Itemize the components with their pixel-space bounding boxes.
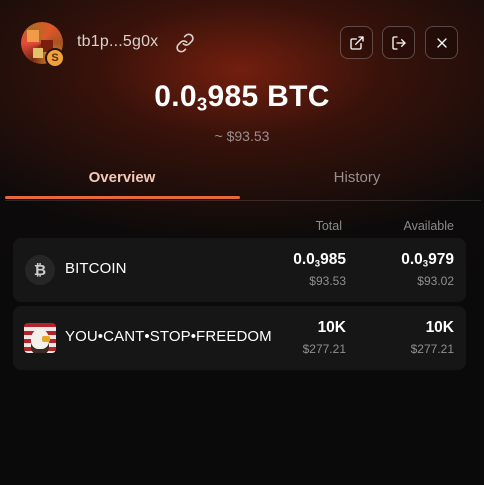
total-amount: 10K: [317, 319, 346, 336]
btc-balance: 0.03985 BTC: [0, 80, 484, 116]
balance-zero-count: 3: [196, 93, 208, 115]
available-amount: 10K: [425, 319, 454, 336]
bitcoin-icon: ₿: [25, 255, 55, 285]
total-fiat: $93.53: [309, 274, 346, 288]
available-amount: 0.03979: [401, 251, 454, 269]
close-button[interactable]: [425, 26, 458, 59]
available-prefix: 0.0: [401, 251, 423, 268]
close-icon: [436, 37, 447, 48]
balance-prefix: 0.0: [154, 80, 197, 113]
wallet-address[interactable]: tb1p...5g0x: [77, 33, 158, 51]
token-name: BITCOIN: [65, 260, 127, 277]
tab-bar: Overview History: [0, 162, 484, 202]
avatar-pixel: [27, 30, 39, 42]
open-external-button[interactable]: [340, 26, 373, 59]
available-fiat: $93.02: [417, 274, 454, 288]
wallet-panel: S tb1p...5g0x 0.03985 BTC ~ $93.53 Overv…: [0, 0, 484, 485]
logout-icon: [391, 35, 406, 50]
chain-badge-icon: S: [45, 48, 65, 68]
eagle-icon: [24, 323, 56, 353]
token-row-freedom[interactable]: YOU•CANT•STOP•FREEDOM 10K $277.21 10K $2…: [13, 306, 466, 370]
total-prefix: 0.0: [293, 251, 315, 268]
column-header-total: Total: [315, 219, 342, 233]
external-link-icon: [349, 35, 364, 50]
link-icon[interactable]: [175, 33, 195, 53]
tab-history[interactable]: History: [240, 162, 474, 200]
balance-fiat: ~ $93.53: [214, 128, 270, 144]
tab-divider: [5, 200, 481, 201]
header: S tb1p...5g0x: [0, 0, 484, 90]
token-name: YOU•CANT•STOP•FREEDOM: [65, 328, 272, 345]
token-row-bitcoin[interactable]: ₿ BITCOIN 0.03985 $93.53 0.03979 $93.02: [13, 238, 466, 302]
balance-digits: 985: [207, 80, 259, 113]
total-digits: 985: [320, 251, 346, 268]
disconnect-button[interactable]: [382, 26, 415, 59]
total-fiat: $277.21: [302, 342, 346, 356]
balance-unit: BTC: [267, 80, 330, 113]
available-digits: 979: [428, 251, 454, 268]
total-amount: 0.03985: [293, 251, 346, 269]
eagle-beak: [42, 336, 50, 342]
column-header-available: Available: [403, 219, 454, 233]
avatar-pixel: [33, 48, 43, 58]
active-tab-indicator: [5, 196, 240, 199]
tab-overview[interactable]: Overview: [5, 162, 239, 200]
available-fiat: $277.21: [410, 342, 454, 356]
